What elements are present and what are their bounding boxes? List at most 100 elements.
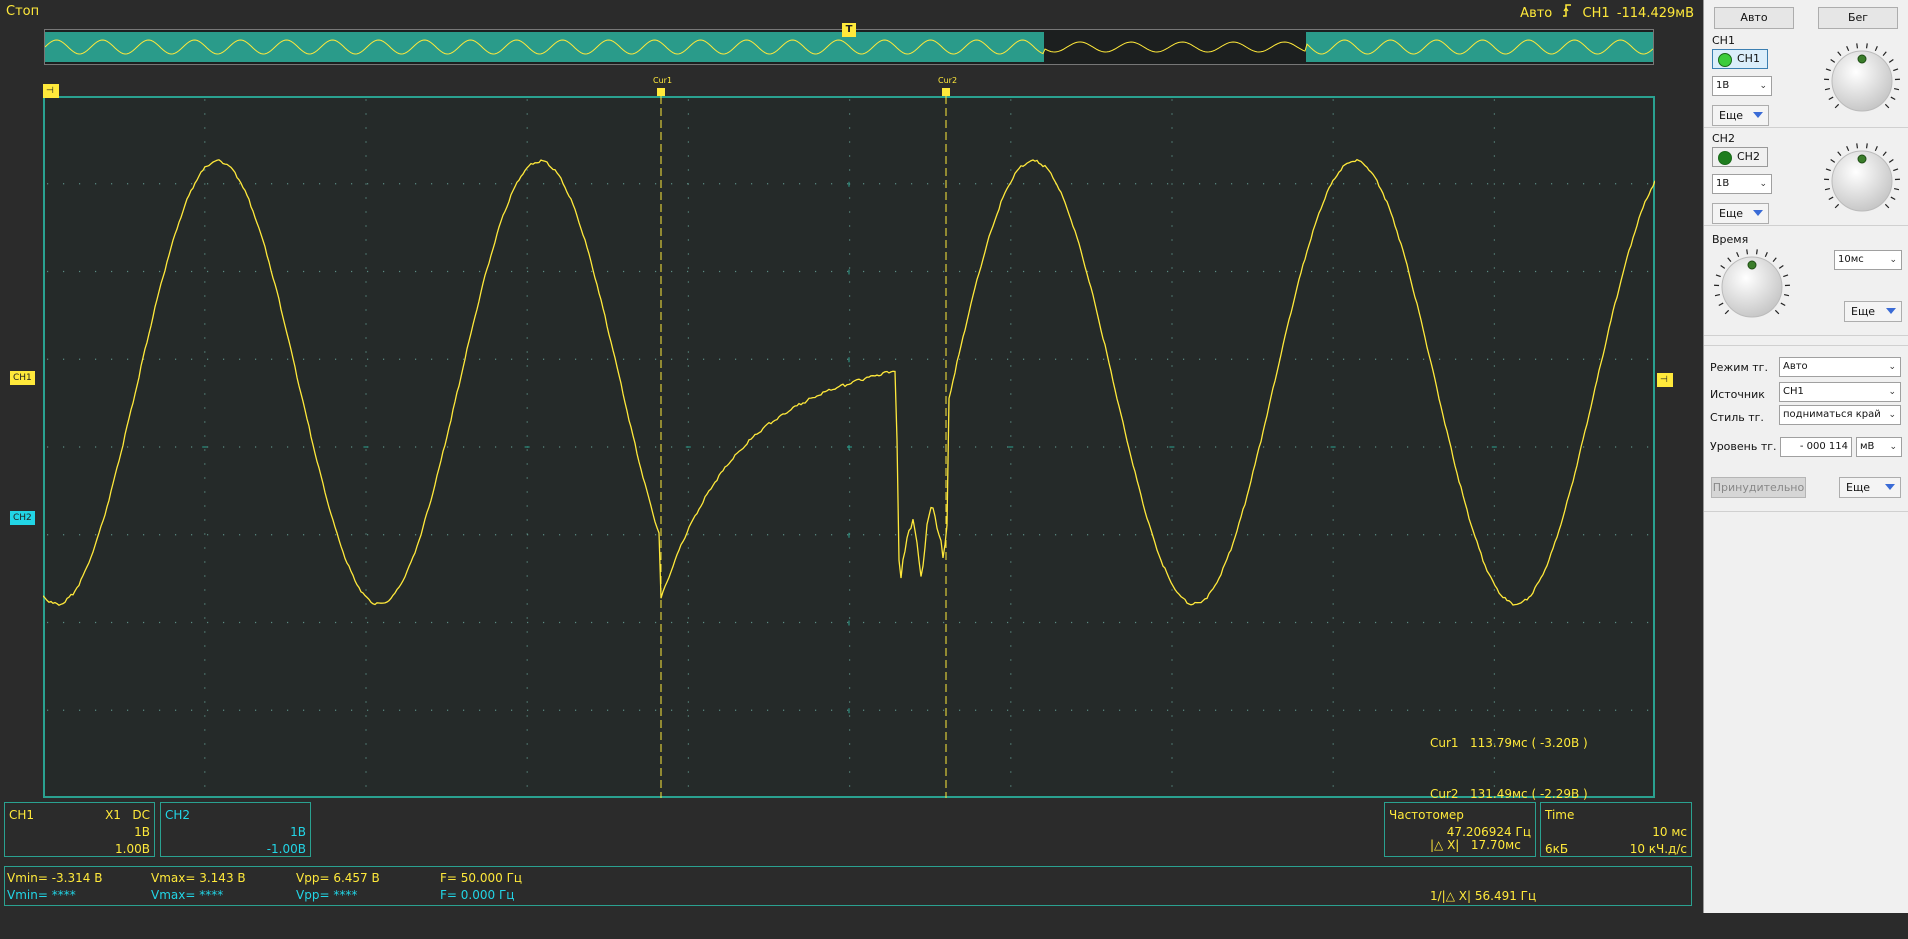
scope-display-area: Стоп Авто CH1 -114.429мВ T Cur1 Cur2 ⊣ C… (0, 0, 1702, 913)
run-button[interactable]: Бег (1818, 7, 1898, 29)
ch2-info-panel[interactable]: CH2 1В -1.00В (160, 802, 311, 857)
ch1-frequency: F= 50.000 Гц (440, 871, 522, 885)
dropdown-triangle-icon (1886, 308, 1896, 314)
force-trigger-button[interactable]: Принудительно (1711, 477, 1806, 498)
trig-more-label: Еще (1846, 481, 1870, 494)
trigger-position-marker[interactable]: T (842, 23, 856, 37)
ch1-led-icon (1718, 53, 1732, 67)
horizontal-position-marker[interactable]: ⊣ (43, 84, 59, 98)
ch2-vmin: Vmin= **** (7, 888, 76, 902)
ch2-vmax: Vmax= **** (151, 888, 223, 902)
trig-source-select[interactable]: CH1⌄ (1779, 382, 1901, 402)
frequency-counter-panel[interactable]: Частотомер 47.206924 Гц (1384, 802, 1536, 857)
ch2-control-group: CH2 CH2 1В ⌄ Еще (1704, 127, 1908, 226)
time-scale-select[interactable]: 10мс⌄ (1834, 250, 1902, 270)
trigger-mode-text: Авто (1520, 6, 1552, 21)
ch2-toggle-button[interactable]: CH2 (1712, 147, 1768, 167)
trig-level-label: Уровень тг. (1710, 440, 1777, 453)
time-more-button[interactable]: Еще (1844, 301, 1902, 322)
ch1-coupling: X1 DC (105, 808, 150, 822)
time-knob-icon[interactable] (1712, 247, 1792, 327)
ch2-frequency: F= 0.000 Гц (440, 888, 514, 902)
ch1-control-group: CH1 CH1 1В ⌄ Еще (1704, 29, 1908, 128)
trig-unit-value: мВ (1860, 441, 1874, 452)
ch2-scale-value: 1В (1716, 178, 1729, 189)
chevron-down-icon: ⌄ (1888, 358, 1896, 376)
ch1-panel-title: CH1 (9, 808, 34, 822)
dropdown-triangle-icon (1885, 484, 1895, 490)
ch1-vpp: Vpp= 6.457 В (296, 871, 380, 885)
time-group-label: Время (1712, 233, 1748, 246)
time-more-label: Еще (1851, 305, 1875, 318)
ch2-more-label: Еще (1719, 207, 1743, 220)
ch2-vpp: Vpp= **** (296, 888, 357, 902)
timebase-panel[interactable]: Time 10 мс 6кБ 10 кЧ.д/с (1540, 802, 1692, 857)
ch1-more-label: Еще (1719, 109, 1743, 122)
cur2-label: Cur2 (1430, 787, 1459, 801)
chevron-down-icon: ⌄ (1888, 383, 1896, 401)
dropdown-triangle-icon (1753, 210, 1763, 216)
chevron-down-icon: ⌄ (1759, 77, 1767, 95)
cursor-1-tag[interactable]: Cur1 (653, 76, 672, 85)
ch2-group-label: CH2 (1712, 132, 1735, 145)
cursor-2-handle[interactable] (942, 88, 950, 96)
sample-rate: 10 кЧ.д/с (1630, 842, 1687, 856)
cur2-value: 131.49мс ( -2.29В ) (1470, 787, 1588, 801)
ch2-volts-knob-icon[interactable] (1822, 141, 1902, 221)
trigger-status: Авто CH1 -114.429мВ (1514, 4, 1694, 21)
acquisition-status: Стоп (6, 4, 39, 19)
ch2-scale-select[interactable]: 1В ⌄ (1712, 174, 1772, 194)
trig-style-value: подниматься край (1783, 409, 1881, 420)
time-scale: 10 мс (1652, 825, 1687, 839)
ch1-more-button[interactable]: Еще (1712, 105, 1769, 126)
ch1-volts-knob-icon[interactable] (1822, 41, 1902, 121)
trig-mode-label: Режим тг. (1710, 361, 1768, 374)
ch1-vmax: Vmax= 3.143 В (151, 871, 246, 885)
trig-style-label: Стиль тг. (1710, 411, 1764, 424)
freq-panel-title: Частотомер (1389, 808, 1464, 822)
ch2-led-icon (1718, 151, 1732, 165)
time-panel-title: Time (1545, 808, 1574, 822)
ch2-offset: -1.00В (267, 842, 306, 856)
ch2-more-button[interactable]: Еще (1712, 203, 1769, 224)
ch1-vmin: Vmin= -3.314 В (7, 871, 102, 885)
trigger-edge-icon (1562, 6, 1576, 21)
trigger-level-text: -114.429мВ (1617, 6, 1694, 21)
cur1-value: 113.79мс ( -3.20В ) (1470, 736, 1588, 750)
trig-source-label: Источник (1710, 388, 1765, 401)
trig-mode-value: Авто (1783, 361, 1808, 372)
trig-unit-select[interactable]: мВ ⌄ (1856, 437, 1902, 457)
freq-value: 47.206924 Гц (1447, 825, 1531, 839)
ch1-offset: 1.00В (115, 842, 150, 856)
trigger-channel-text: CH1 (1583, 6, 1610, 21)
measurements-panel: Vmin= -3.314 В Vmax= 3.143 В Vpp= 6.457 … (4, 866, 1692, 906)
ch2-level-marker[interactable]: CH2 (10, 511, 35, 525)
memory-depth: 6кБ (1545, 842, 1568, 856)
cursor-2-tag[interactable]: Cur2 (938, 76, 957, 85)
ch2-toggle-label: CH2 (1737, 150, 1760, 163)
waveform-plot (43, 96, 1655, 798)
chevron-down-icon: ⌄ (1759, 175, 1767, 193)
ch1-toggle-button[interactable]: CH1 (1712, 49, 1768, 69)
cur1-label: Cur1 (1430, 736, 1459, 750)
grid-dots (47, 100, 1648, 786)
trigger-level-marker[interactable]: ⊣ (1657, 373, 1673, 387)
trig-style-select[interactable]: подниматься край ⌄ (1779, 405, 1901, 425)
chevron-down-icon: ⌄ (1888, 406, 1896, 424)
ch1-toggle-label: CH1 (1737, 52, 1760, 65)
ch1-info-panel[interactable]: CH1 X1 DC 1В 1.00В (4, 802, 155, 857)
trig-mode-select[interactable]: Авто ⌄ (1779, 357, 1901, 377)
cursor-1-handle[interactable] (657, 88, 665, 96)
ch1-scale-select[interactable]: 1В ⌄ (1712, 76, 1772, 96)
auto-button[interactable]: Авто (1714, 7, 1794, 29)
dropdown-triangle-icon (1753, 112, 1763, 118)
chevron-down-icon: ⌄ (1889, 438, 1897, 456)
ch2-panel-title: CH2 (165, 808, 190, 822)
ch1-level-marker[interactable]: CH1 (10, 371, 35, 385)
ch1-scale-value: 1В (1716, 80, 1729, 91)
ch1-group-label: CH1 (1712, 34, 1735, 47)
trigger-more-button[interactable]: Еще (1839, 477, 1901, 498)
trig-level-input[interactable]: - 000 114 (1780, 437, 1852, 457)
control-panel: Авто Бег CH1 CH1 1В ⌄ Еще CH2 CH2 1В ⌄ Еще… (1703, 0, 1908, 913)
chevron-down-icon: ⌄ (1889, 251, 1897, 269)
